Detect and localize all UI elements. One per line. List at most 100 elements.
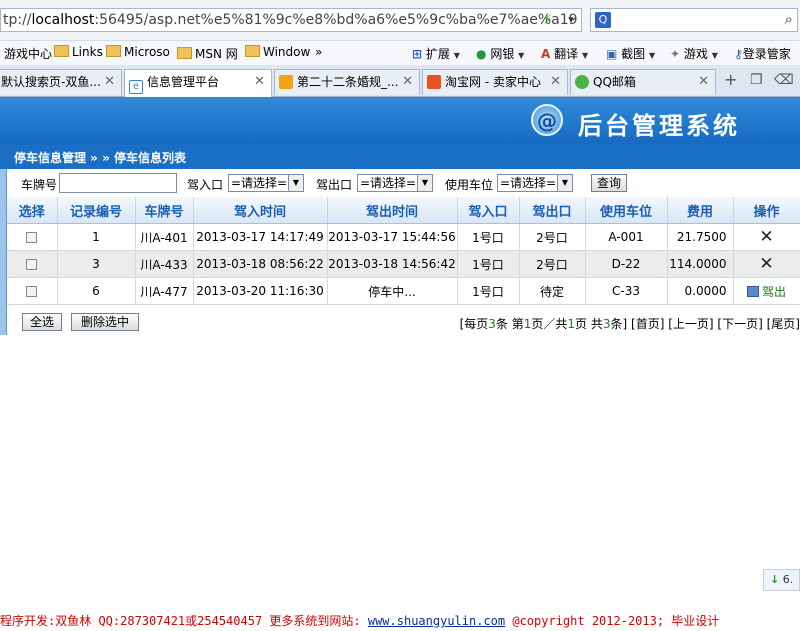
ie-icon: e xyxy=(129,80,143,94)
search-box[interactable]: Q ⌕ xyxy=(590,8,798,32)
address-bar-area: tp://localhost:56495/asp.net%e5%81%9c%e8… xyxy=(0,0,800,41)
row-checkbox[interactable] xyxy=(26,286,38,297)
tab-marriage[interactable]: 第二十二条婚规_... ✕ xyxy=(274,69,420,95)
entry-select-value: =请选择= xyxy=(231,176,288,190)
col-in-time: 驾入时间 xyxy=(193,197,328,224)
exit-select[interactable]: =请选择= ▼ xyxy=(357,174,433,192)
new-tab-icon[interactable]: + xyxy=(724,70,737,89)
out-time: 2013-03-18 14:56:42 xyxy=(327,250,458,278)
url-field[interactable]: tp://localhost:56495/asp.net%e5%81%9c%e8… xyxy=(0,8,582,32)
url-dropdown-icon[interactable]: ▾ xyxy=(560,8,582,32)
fav-item[interactable]: Microso xyxy=(106,45,170,59)
favorites-bar: 游戏中心 Links Microso MSN 网 Window » ⊞ 扩展 ▼… xyxy=(0,41,800,66)
exit-label: 驾出口 xyxy=(316,178,353,192)
entry-select[interactable]: =请选择= ▼ xyxy=(228,174,304,192)
translate-icon: A xyxy=(541,47,551,61)
toolbar-screenshot[interactable]: ▣ 截图 ▼ xyxy=(606,45,655,62)
toolbar-login[interactable]: ⚷登录管家 xyxy=(734,45,791,62)
pager-first[interactable]: [首页] xyxy=(631,317,664,331)
chevron-down-icon: ▼ xyxy=(288,175,303,191)
logo-icon: @ xyxy=(531,104,563,136)
tab-taobao[interactable]: 淘宝网 - 卖家中心 ✕ xyxy=(422,69,568,95)
col-space: 使用车位 xyxy=(585,197,668,224)
filter-bar: 车牌号 驾入口 =请选择= ▼ 驾出口 =请选择= ▼ 使用车位 =请选择= ▼ 查询 xyxy=(7,169,800,197)
action-cell: ✕ xyxy=(733,223,800,251)
close-icon[interactable]: ✕ xyxy=(104,70,115,94)
restore-tab-icon[interactable]: ❐ xyxy=(750,72,763,88)
exit-gate: 待定 xyxy=(519,277,586,305)
system-title: 后台管理系统 xyxy=(578,112,740,140)
toolbar-bank[interactable]: ● 网银 ▼ xyxy=(476,45,524,62)
tab-info-platform[interactable]: e 信息管理平台 ✕ xyxy=(124,69,272,97)
parking-space: A-001 xyxy=(585,223,668,251)
delete-selected-button[interactable]: 删除选中 xyxy=(71,313,139,331)
parking-space: C-33 xyxy=(585,277,668,305)
app-header: @ 后台管理系统 xyxy=(0,97,800,145)
trash-icon[interactable]: ⌫ xyxy=(774,72,794,88)
toolbar-games[interactable]: ✦ 游戏 ▼ xyxy=(670,45,718,62)
pager-text: 页 共 xyxy=(575,317,603,331)
toolbar-extensions[interactable]: ⊞ 扩展 ▼ xyxy=(412,45,460,62)
tab-label: QQ邮箱 xyxy=(593,75,636,89)
page-footer: 程序开发:双鱼林 QQ:287307421或254540457 更多系统到网站:… xyxy=(0,611,800,631)
taobao-icon xyxy=(427,75,441,89)
toolbar-translate[interactable]: A 翻译 ▼ xyxy=(541,45,588,62)
chevron-down-icon: ▼ xyxy=(417,175,432,191)
fav-item[interactable]: MSN 网 xyxy=(177,45,238,62)
download-float-button[interactable]: ↓ 6. xyxy=(763,569,800,591)
close-icon[interactable]: ✕ xyxy=(254,70,265,94)
tab-label: 第二十二条婚规_... xyxy=(297,75,399,89)
fav-more[interactable]: » xyxy=(315,45,322,59)
float-button-label: 6. xyxy=(782,573,794,586)
pager-total: 3 xyxy=(602,317,611,331)
space-select-value: =请选择= xyxy=(500,176,557,190)
footer-site-link[interactable]: www.shuangyulin.com xyxy=(368,614,505,628)
in-time: 2013-03-20 11:16:30 xyxy=(193,277,328,305)
pager-last[interactable]: [尾页] xyxy=(767,317,800,331)
space-select[interactable]: =请选择= ▼ xyxy=(497,174,573,192)
pager-text: [每页 xyxy=(459,317,489,331)
close-icon[interactable]: ✕ xyxy=(698,70,709,94)
search-icon[interactable]: ⌕ xyxy=(785,10,793,28)
record-id: 1 xyxy=(57,223,136,251)
url-prefix: tp:// xyxy=(3,12,32,28)
close-icon[interactable]: ✕ xyxy=(402,70,413,94)
fee: 21.7500 xyxy=(667,223,734,251)
tab-default-search[interactable]: 默认搜索页-双鱼... ✕ xyxy=(0,69,122,95)
folder-icon xyxy=(106,45,121,57)
action-cell: ✕ xyxy=(733,250,800,278)
speed-mode-icon[interactable]: ⚡ xyxy=(543,12,553,28)
plate-input[interactable] xyxy=(59,173,177,193)
exit-gate: 2号口 xyxy=(519,250,586,278)
parking-space: D-22 xyxy=(585,250,668,278)
record-id: 3 xyxy=(57,250,136,278)
row-checkbox[interactable] xyxy=(26,232,38,243)
fav-item[interactable]: Window xyxy=(245,45,310,59)
delete-icon[interactable]: ✕ xyxy=(759,254,773,274)
key-icon: ⚷ xyxy=(734,47,743,61)
pager-next[interactable]: [下一页] xyxy=(717,317,762,331)
pager-total-pages: 1 xyxy=(567,317,576,331)
plate-number: 川A-433 xyxy=(135,250,194,278)
exit-gate: 2号口 xyxy=(519,223,586,251)
row-checkbox[interactable] xyxy=(26,259,38,270)
tab-label: 默认搜索页-双鱼... xyxy=(1,75,101,89)
table-row: 6 川A-477 2013-03-20 11:16:30 停车中... 1号口 … xyxy=(7,277,800,305)
url-host: localhost xyxy=(31,12,95,28)
pager: [每页3条 第1页／共1页 共3条] [首页] [上一页] [下一页] [尾页] xyxy=(460,315,800,332)
folder-icon xyxy=(245,45,260,57)
fav-item[interactable]: 游戏中心 xyxy=(4,45,52,62)
delete-icon[interactable]: ✕ xyxy=(759,227,773,247)
arrow-down-icon: ↓ xyxy=(770,573,780,586)
col-exit: 驾出口 xyxy=(519,197,586,224)
close-icon[interactable]: ✕ xyxy=(550,70,561,94)
tab-qqmail[interactable]: QQ邮箱 ✕ xyxy=(570,69,716,95)
drive-out-link[interactable]: 驾出 xyxy=(746,285,786,299)
query-button[interactable]: 查询 xyxy=(591,174,627,192)
search-engine-icon[interactable]: Q xyxy=(595,12,611,28)
in-time: 2013-03-18 08:56:22 xyxy=(193,250,328,278)
fav-item[interactable]: Links xyxy=(54,45,103,59)
col-select: 选择 xyxy=(7,197,58,224)
pager-prev[interactable]: [上一页] xyxy=(668,317,713,331)
select-all-button[interactable]: 全选 xyxy=(22,313,62,331)
